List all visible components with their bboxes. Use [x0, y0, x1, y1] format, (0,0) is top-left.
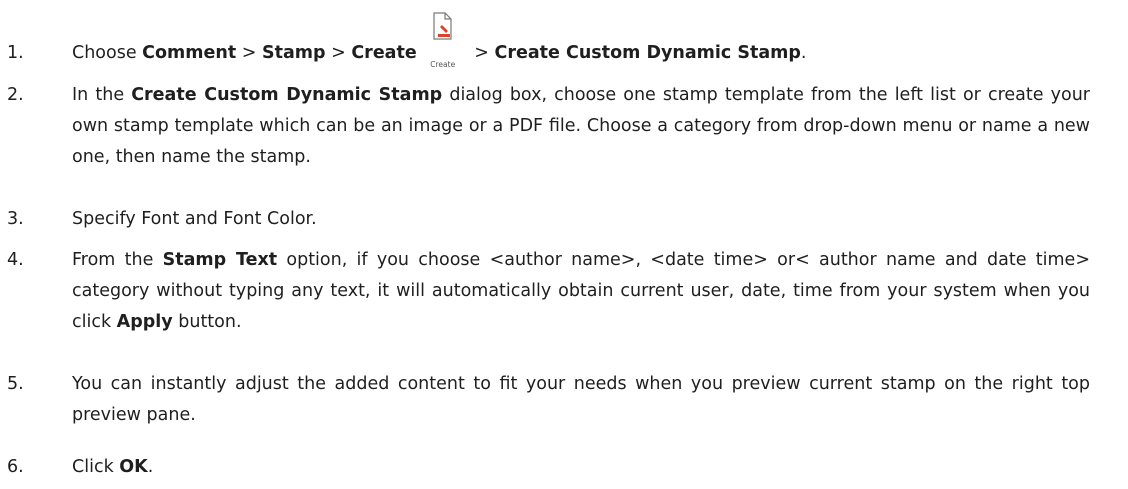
step-text: Specify Font and Font Color.	[72, 209, 317, 229]
create-stamp-icon: Create	[423, 12, 463, 69]
option-stamp-text: Stamp Text	[162, 250, 278, 270]
step-number: 1.	[7, 43, 24, 63]
dialog-name: Create Custom Dynamic Stamp	[131, 85, 443, 105]
menu-stamp: Stamp	[262, 43, 326, 63]
step-number: 5.	[7, 374, 24, 394]
step-text: Click OK.	[72, 457, 154, 477]
step-number: 6.	[7, 457, 24, 477]
create-icon-caption: Create	[430, 60, 456, 69]
instruction-steps: 1. Choose Comment > Stamp > Create Creat…	[0, 0, 1128, 489]
step-number: 3.	[7, 209, 24, 229]
step-text: You can instantly adjust the added conte…	[72, 374, 1090, 425]
step-text: From the Stamp Text option, if you choos…	[72, 250, 1090, 332]
menu-create: Create	[351, 43, 417, 63]
menu-comment: Comment	[142, 43, 237, 63]
ok-button-name: OK	[119, 457, 148, 477]
apply-button-name: Apply	[116, 312, 173, 332]
menu-create-custom-dynamic-stamp: Create Custom Dynamic Stamp	[494, 43, 801, 63]
step-text: In the Create Custom Dynamic Stamp dialo…	[72, 85, 1090, 167]
step-number: 4.	[7, 250, 24, 270]
step-text: Choose Comment > Stamp > Create Create >…	[72, 12, 1090, 69]
step-number: 2.	[7, 85, 24, 105]
